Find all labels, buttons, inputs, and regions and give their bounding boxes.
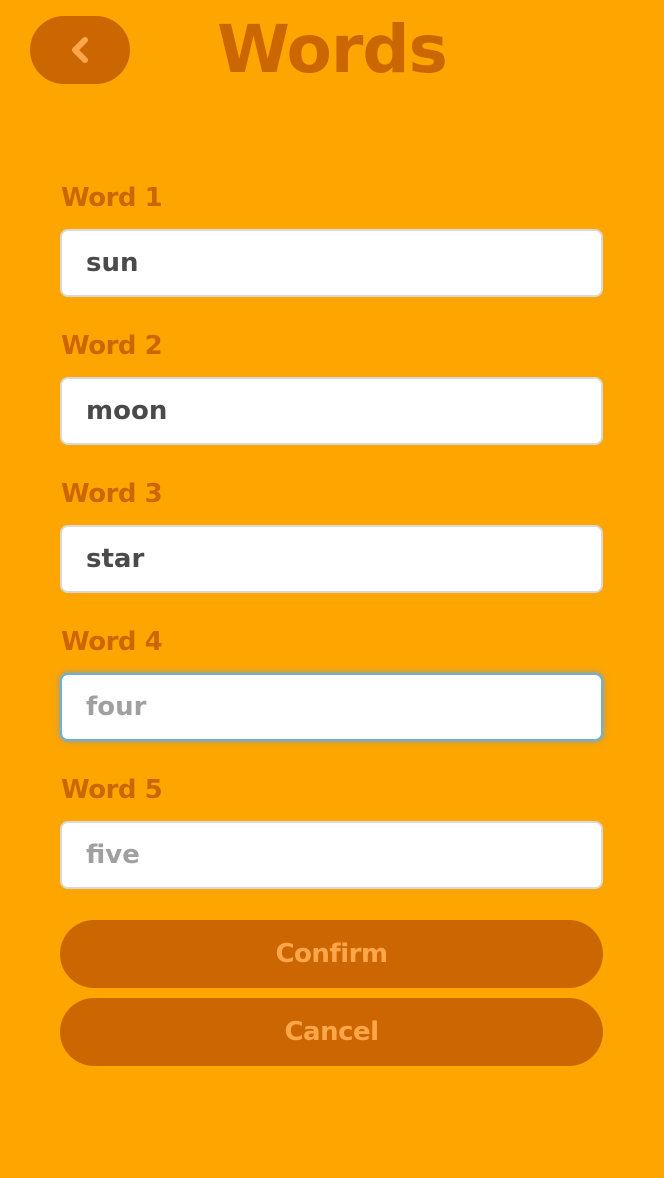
word-field-4: Word 4 <box>60 624 603 741</box>
word-4-input[interactable] <box>60 673 603 741</box>
word-1-label: Word 1 <box>61 183 163 213</box>
word-field-3: Word 3 <box>60 476 603 593</box>
word-field-1: Word 1 <box>60 180 603 297</box>
word-2-input[interactable] <box>60 377 603 445</box>
confirm-button[interactable]: Confirm <box>60 920 603 988</box>
page-title: Words <box>217 11 448 88</box>
word-3-label: Word 3 <box>61 479 163 509</box>
word-field-2: Word 2 <box>60 328 603 445</box>
cancel-button[interactable]: Cancel <box>60 998 603 1066</box>
word-field-5: Word 5 <box>60 772 603 889</box>
words-form: Word 1 Word 2 Word 3 Word 4 Word 5 Confi… <box>60 180 603 1066</box>
word-3-input[interactable] <box>60 525 603 593</box>
word-1-input[interactable] <box>60 229 603 297</box>
word-5-input[interactable] <box>60 821 603 889</box>
word-2-label: Word 2 <box>61 331 163 361</box>
word-4-label: Word 4 <box>61 627 163 657</box>
word-5-label: Word 5 <box>61 775 163 805</box>
